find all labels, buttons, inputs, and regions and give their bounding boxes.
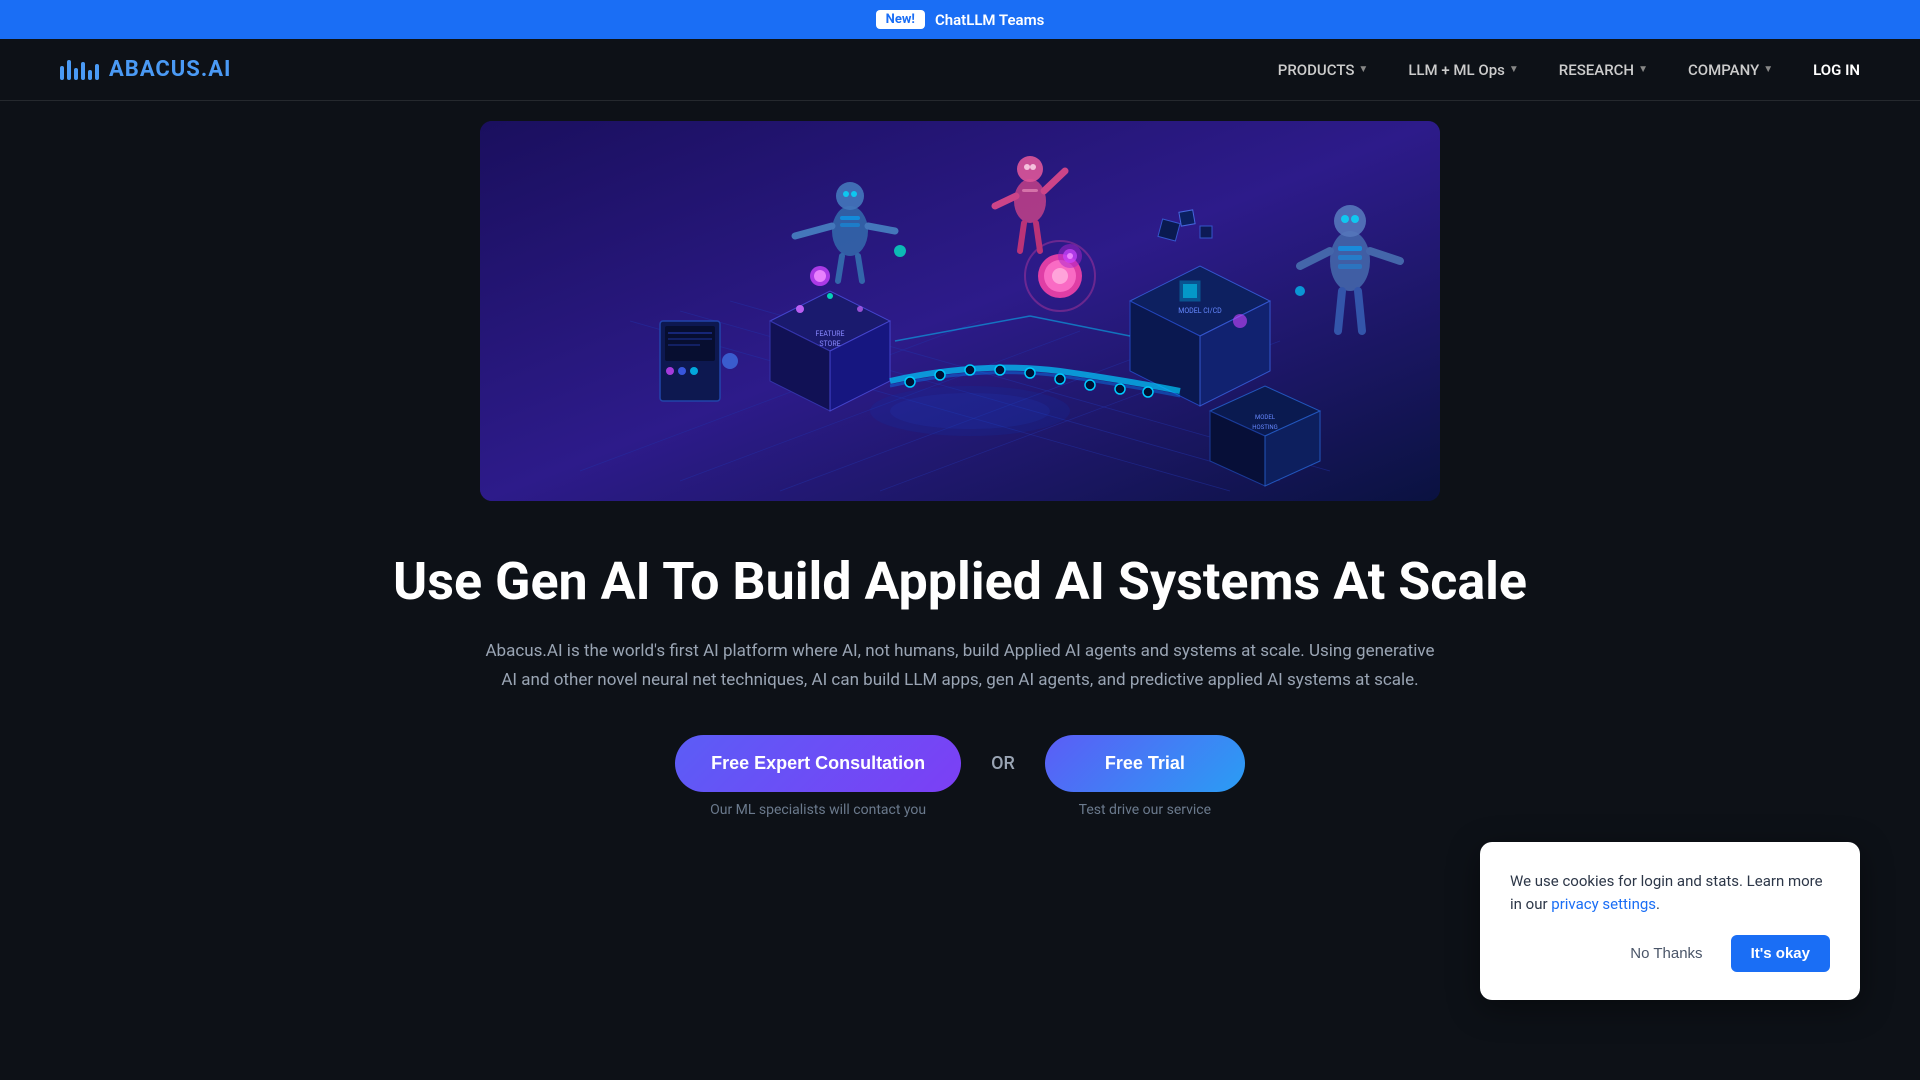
main-content: Use Gen AI To Build Applied AI Systems A… (0, 501, 1920, 878)
nav-company-label: COMPANY (1688, 61, 1759, 79)
consultation-subtext: Our ML specialists will contact you (710, 802, 926, 818)
nav-llm-ops[interactable]: LLM + ML Ops ▼ (1408, 61, 1518, 79)
products-chevron-icon: ▼ (1358, 64, 1368, 75)
hero-illustration: FEATURE STORE MODEL CI/CD (480, 121, 1440, 501)
svg-text:MODEL: MODEL (1255, 414, 1276, 421)
logo-bar-1 (60, 66, 64, 80)
nav-company[interactable]: COMPANY ▼ (1688, 61, 1773, 79)
consultation-button[interactable]: Free Expert Consultation (675, 735, 961, 792)
consultation-group: Free Expert Consultation Our ML speciali… (675, 735, 961, 818)
trial-button[interactable]: Free Trial (1045, 735, 1245, 792)
nav-products-label: PRODUCTS (1278, 61, 1355, 79)
announcement-bar: New! ChatLLM Teams (0, 0, 1920, 39)
logo-suffix: .AI (201, 57, 232, 82)
navbar: ABACUS.AI PRODUCTS ▼ LLM + ML Ops ▼ RESE… (0, 39, 1920, 101)
svg-text:HOSTING: HOSTING (1252, 424, 1278, 431)
cta-area: Free Expert Consultation Our ML speciali… (60, 735, 1860, 818)
hero-image-container: FEATURE STORE MODEL CI/CD (480, 101, 1440, 501)
svg-text:FEATURE: FEATURE (816, 330, 845, 338)
cookie-text: We use cookies for login and stats. Lear… (1510, 870, 1830, 915)
logo-bar-5 (88, 70, 92, 80)
nav-llm-ops-label: LLM + ML Ops (1408, 61, 1505, 79)
nav-research[interactable]: RESEARCH ▼ (1559, 61, 1648, 79)
privacy-settings-link[interactable]: privacy settings (1551, 895, 1656, 913)
logo-bar-3 (74, 68, 78, 80)
nav-products[interactable]: PRODUCTS ▼ (1278, 61, 1369, 79)
chatllm-teams-link[interactable]: ChatLLM Teams (935, 11, 1044, 29)
cookie-buttons: No Thanks It's okay (1510, 935, 1830, 972)
logo-bar-2 (67, 60, 71, 80)
svg-text:MODEL CI/CD: MODEL CI/CD (1178, 307, 1222, 315)
nav-links: PRODUCTS ▼ LLM + ML Ops ▼ RESEARCH ▼ COM… (1278, 61, 1860, 79)
page-description: Abacus.AI is the world's first AI platfo… (480, 637, 1440, 695)
okay-button[interactable]: It's okay (1731, 935, 1830, 972)
cookie-link-suffix: . (1656, 895, 1660, 913)
no-thanks-button[interactable]: No Thanks (1614, 937, 1718, 970)
nav-login[interactable]: LOG IN (1813, 61, 1860, 79)
logo-main: ABACUS (109, 57, 201, 82)
llm-ops-chevron-icon: ▼ (1509, 64, 1519, 75)
page-title: Use Gen AI To Build Applied AI Systems A… (60, 551, 1860, 613)
logo[interactable]: ABACUS.AI (60, 57, 231, 82)
trial-subtext: Test drive our service (1079, 802, 1211, 818)
new-badge: New! (876, 10, 925, 29)
hero-image: FEATURE STORE MODEL CI/CD (480, 121, 1440, 501)
svg-text:STORE: STORE (819, 340, 840, 348)
logo-bar-4 (81, 62, 85, 80)
trial-group: Free Trial Test drive our service (1045, 735, 1245, 818)
company-chevron-icon: ▼ (1763, 64, 1773, 75)
logo-bars (60, 60, 99, 80)
logo-bar-6 (95, 64, 99, 80)
cookie-banner: We use cookies for login and stats. Lear… (1480, 842, 1860, 1000)
or-separator: OR (991, 735, 1015, 774)
logo-text: ABACUS.AI (109, 57, 231, 82)
nav-research-label: RESEARCH (1559, 61, 1634, 79)
research-chevron-icon: ▼ (1638, 64, 1648, 75)
logo-icon (60, 60, 99, 80)
